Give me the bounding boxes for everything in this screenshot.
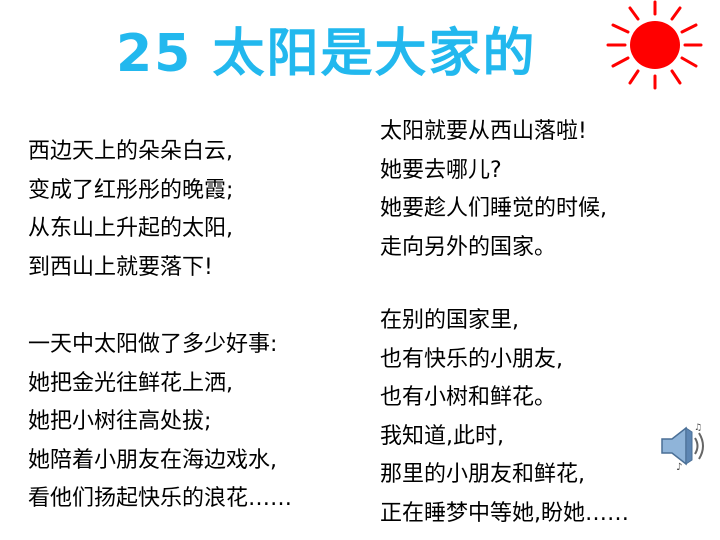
poem-line: 西边天上的朵朵白云, [28, 139, 233, 164]
sun-icon [606, 0, 703, 90]
poem-line: 一天中太阳做了多少好事: [28, 332, 278, 357]
poem-stanza-4: 在别的国家里, 也有快乐的小朋友, 也有小树和鲜花。 我知道,此时, 那里的小朋… [380, 302, 629, 533]
poem-stanza-1: 西边天上的朵朵白云, 变成了红彤彤的晚霞; 从东山上升起的太阳, 到西山上就要落… [28, 133, 233, 287]
poem-line: 她把金光往鲜花上洒, [28, 370, 233, 396]
poem-stanza-2: 一天中太阳做了多少好事: 她把金光往鲜花上洒, 她把小树往高处拔; 她陪着小朋友… [28, 326, 292, 519]
poem-line: 在别的国家里, [380, 308, 519, 333]
poem-line: 到西山上就要落下! [28, 254, 213, 280]
poem-stanza-3: 太阳就要从西山落啦! 她要去哪儿? 她要趁人们睡觉的时候, 走向另外的国家。 [380, 113, 607, 267]
poem-line: 看他们扬起快乐的浪花…… [28, 486, 293, 511]
svg-text:♫: ♫ [694, 423, 702, 433]
poem-line: 她要去哪儿? [380, 157, 502, 183]
poem-line: 也有快乐的小朋友, [380, 346, 563, 372]
poem-line: 她陪着小朋友在海边戏水, [28, 447, 277, 473]
poem-line: 也有小树和鲜花。 [380, 385, 557, 410]
poem-line: 正在睡梦中等她,盼她…… [380, 500, 629, 526]
svg-text:♪: ♪ [676, 462, 682, 472]
poem-line: 我知道,此时, [380, 423, 504, 449]
poem-line: 她要趁人们睡觉的时候, [380, 196, 607, 221]
poem-line: 她把小树往高处拔; [28, 409, 212, 434]
poem-line: 走向另外的国家。 [380, 234, 557, 260]
speaker-icon[interactable]: ♪ ♫ [656, 420, 706, 472]
poem-line: 那里的小朋友和鲜花, [380, 462, 585, 487]
page-title: 25 太阳是大家的 [116, 24, 537, 84]
poem-line: 太阳就要从西山落啦! [380, 119, 587, 144]
poem-line: 从东山上升起的太阳, [28, 216, 233, 241]
poem-line: 变成了红彤彤的晚霞; [28, 177, 234, 203]
